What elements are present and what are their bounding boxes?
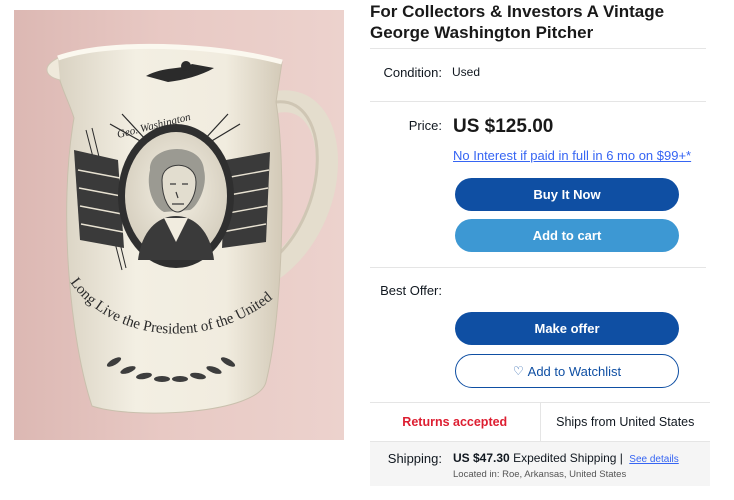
heart-outline-icon: ♡ (512, 364, 524, 378)
shipping-amount: US $47.30 (453, 451, 510, 465)
condition-value: Used (452, 65, 481, 79)
divider (370, 101, 706, 102)
watchlist-label: Add to Watchlist (527, 363, 622, 379)
shipping-label: Shipping: (387, 451, 442, 466)
shipping-line: US $47.30 Expedited Shipping | See detai… (453, 451, 679, 465)
add-to-cart-button[interactable]: Add to cart (455, 219, 679, 252)
listing-title: For Collectors & Investors A Vintage Geo… (370, 2, 665, 42)
returns-accepted-text: Returns accepted (370, 403, 541, 441)
financing-link[interactable]: No Interest if paid in full in 6 mo on $… (453, 148, 691, 163)
product-image[interactable]: Geo. Washington Long Live the President … (14, 10, 344, 440)
pitcher-illustration: Geo. Washington Long Live the President … (14, 10, 338, 414)
price-value: US $125.00 (453, 116, 554, 137)
item-location: Located in: Roe, Arkansas, United States (453, 469, 627, 480)
best-offer-label: Best Offer: (380, 283, 442, 298)
shipping-method: Expedited Shipping | (513, 451, 623, 465)
buy-it-now-button[interactable]: Buy It Now (455, 178, 679, 211)
divider (370, 267, 706, 268)
add-to-watchlist-button[interactable]: ♡ Add to Watchlist (455, 354, 679, 388)
make-offer-button[interactable]: Make offer (455, 312, 679, 345)
shipping-panel: Shipping: US $47.30 Expedited Shipping |… (370, 442, 710, 486)
see-details-link[interactable]: See details (629, 454, 678, 465)
ships-from-text: Ships from United States (556, 415, 695, 429)
price-label: Price: (408, 118, 442, 133)
condition-label: Condition: (383, 65, 442, 80)
returns-shipping-summary: Returns accepted Ships from United State… (370, 402, 710, 442)
divider (370, 48, 706, 49)
